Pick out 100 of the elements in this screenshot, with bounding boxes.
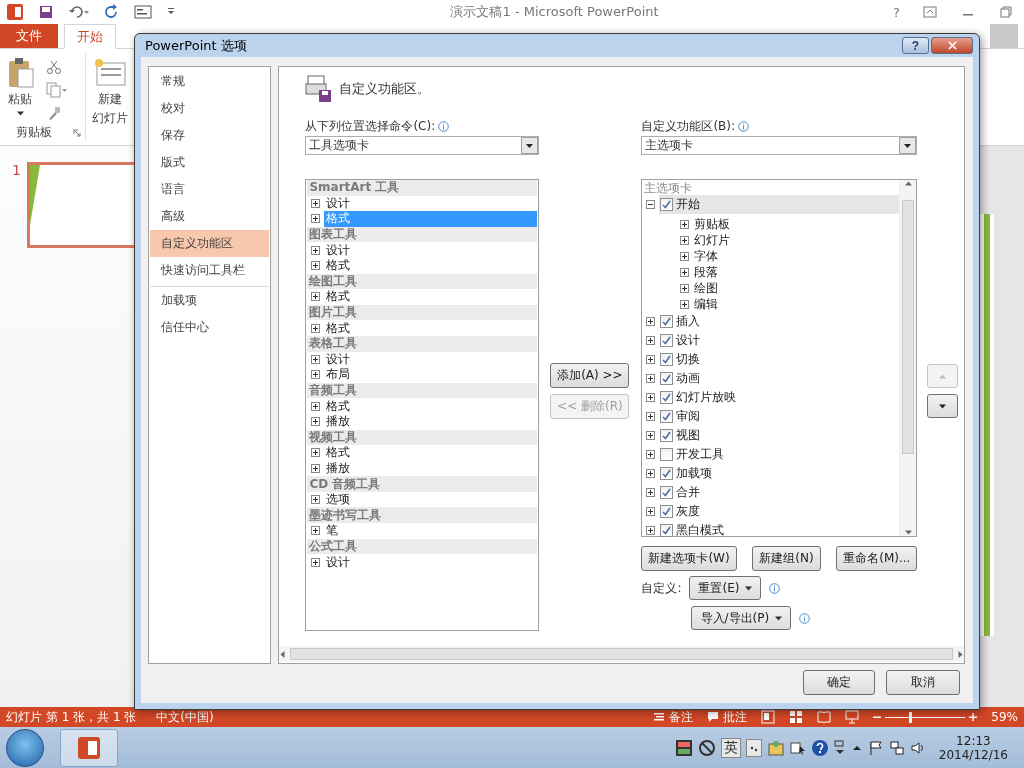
- tree-row[interactable]: 审阅: [659, 407, 900, 426]
- checkbox[interactable]: [660, 429, 674, 442]
- list-item[interactable]: 格式: [324, 445, 538, 461]
- comments-button[interactable]: 批注: [723, 708, 748, 726]
- expand-icon[interactable]: [311, 526, 321, 536]
- redo-icon[interactable]: [104, 4, 120, 20]
- expand-icon[interactable]: [646, 393, 656, 402]
- tree-row[interactable]: 开发工具: [659, 445, 900, 464]
- checkbox[interactable]: [660, 505, 674, 518]
- app-logo-icon[interactable]: [76, 734, 102, 761]
- dropdown[interactable]: 主选项卡: [641, 136, 918, 155]
- expand-icon[interactable]: [646, 526, 656, 535]
- expand-icon[interactable]: [311, 448, 321, 458]
- expand-icon[interactable]: [311, 198, 321, 208]
- dialog-launcher-icon[interactable]: [73, 128, 81, 137]
- tree-row[interactable]: 视图: [659, 426, 900, 445]
- expand-icon[interactable]: [311, 464, 321, 473]
- undo-icon[interactable]: [68, 4, 90, 20]
- keyboard-icon[interactable]: [674, 738, 693, 757]
- import-export-button[interactable]: 导入/导出(P): [691, 606, 792, 630]
- tree-row[interactable]: 设计: [659, 331, 900, 350]
- start-button[interactable]: [6, 728, 44, 767]
- zoom-slider-thumb[interactable]: [909, 711, 913, 723]
- save-icon[interactable]: [38, 4, 54, 20]
- speaker-icon[interactable]: [909, 739, 926, 756]
- expand-icon[interactable]: [311, 557, 321, 567]
- tree-row[interactable]: 合并: [659, 483, 900, 502]
- checkbox[interactable]: [660, 372, 674, 385]
- slideshow-icon[interactable]: [845, 710, 860, 724]
- tree-row[interactable]: 动画: [659, 369, 900, 388]
- normal-view-icon[interactable]: [761, 710, 776, 724]
- list-item[interactable]: 设计: [324, 242, 538, 258]
- category-item[interactable]: 校对: [150, 95, 270, 122]
- expand-icon[interactable]: [680, 283, 690, 293]
- category-item[interactable]: 常规: [150, 68, 270, 95]
- help-button[interactable]: ?: [902, 37, 929, 54]
- new-slide-label[interactable]: 新建: [98, 91, 122, 108]
- list-item[interactable]: 格式: [324, 398, 538, 414]
- expand-icon[interactable]: [311, 261, 321, 271]
- expand-icon[interactable]: [311, 214, 321, 224]
- flag-icon[interactable]: [867, 739, 884, 756]
- checkbox[interactable]: [660, 315, 674, 328]
- new-slide-label[interactable]: 幻灯片: [92, 110, 128, 127]
- list-item[interactable]: 播放: [324, 460, 538, 477]
- tree-row[interactable]: 插入: [659, 312, 900, 331]
- paste-label[interactable]: 粘贴: [8, 91, 32, 108]
- new-slide-icon[interactable]: [93, 57, 127, 89]
- form-icon[interactable]: [134, 4, 152, 20]
- list-item[interactable]: 播放: [324, 413, 538, 430]
- expand-icon[interactable]: [646, 336, 656, 345]
- list-item[interactable]: 设计: [324, 351, 538, 368]
- checkbox[interactable]: [660, 391, 674, 404]
- pointer-icon[interactable]: [789, 739, 806, 756]
- list-item[interactable]: 格式: [324, 257, 538, 274]
- category-item[interactable]: 语言: [150, 176, 270, 203]
- tree-row[interactable]: 加载项: [659, 464, 900, 483]
- notes-button[interactable]: 备注: [669, 708, 694, 726]
- ribbon-display-icon[interactable]: [922, 4, 938, 20]
- reading-view-icon[interactable]: [817, 710, 832, 724]
- category-item[interactable]: 信任中心: [150, 314, 270, 341]
- category-item[interactable]: 快速访问工具栏: [150, 257, 270, 284]
- list-item[interactable]: 格式: [324, 289, 538, 305]
- expand-icon[interactable]: [680, 267, 690, 277]
- category-item[interactable]: 保存: [150, 122, 270, 149]
- tree-action-button[interactable]: 重命名(M)...: [836, 546, 918, 571]
- expand-icon[interactable]: [311, 495, 321, 505]
- ribbon-tab[interactable]: 文件: [0, 24, 58, 48]
- category-item[interactable]: 自定义功能区: [150, 230, 270, 257]
- expand-icon[interactable]: [646, 488, 656, 497]
- paste-icon[interactable]: [6, 57, 34, 89]
- expand-icon[interactable]: [680, 251, 690, 261]
- collapse-icon[interactable]: [646, 200, 656, 209]
- dropdown[interactable]: 工具选项卡: [305, 136, 540, 155]
- network-icon[interactable]: [888, 739, 905, 756]
- expand-icon[interactable]: [646, 317, 656, 326]
- checkbox[interactable]: [660, 448, 674, 461]
- checkbox[interactable]: [660, 467, 674, 480]
- expand-icon[interactable]: [680, 219, 690, 229]
- scrollbar-thumb[interactable]: [290, 648, 953, 660]
- expand-icon[interactable]: [311, 370, 321, 380]
- punctuation-icon[interactable]: [745, 738, 762, 757]
- tree-action-button[interactable]: 新建组(N): [752, 546, 821, 571]
- expand-icon[interactable]: [646, 412, 656, 421]
- scrollbar[interactable]: [899, 180, 917, 536]
- tree-row[interactable]: 切换: [659, 350, 900, 369]
- expand-icon[interactable]: [680, 235, 690, 245]
- zoom-in-icon[interactable]: [969, 713, 978, 721]
- tree-action-button[interactable]: 新建选项卡(W): [641, 546, 737, 571]
- scrollbar-thumb[interactable]: [902, 200, 915, 454]
- expand-icon[interactable]: [311, 245, 321, 255]
- brush-icon[interactable]: [46, 105, 62, 121]
- expand-icon[interactable]: [680, 299, 690, 309]
- expand-icon[interactable]: [311, 354, 321, 364]
- tree-item[interactable]: 字体: [694, 247, 719, 265]
- list-item[interactable]: 布局: [324, 367, 538, 383]
- comment-icon[interactable]: [707, 711, 720, 723]
- add-button[interactable]: 添加(A) >>: [550, 363, 630, 388]
- expand-icon[interactable]: [311, 292, 321, 302]
- help-button[interactable]: ?: [893, 4, 900, 20]
- tree-item[interactable]: 绘图: [694, 279, 719, 297]
